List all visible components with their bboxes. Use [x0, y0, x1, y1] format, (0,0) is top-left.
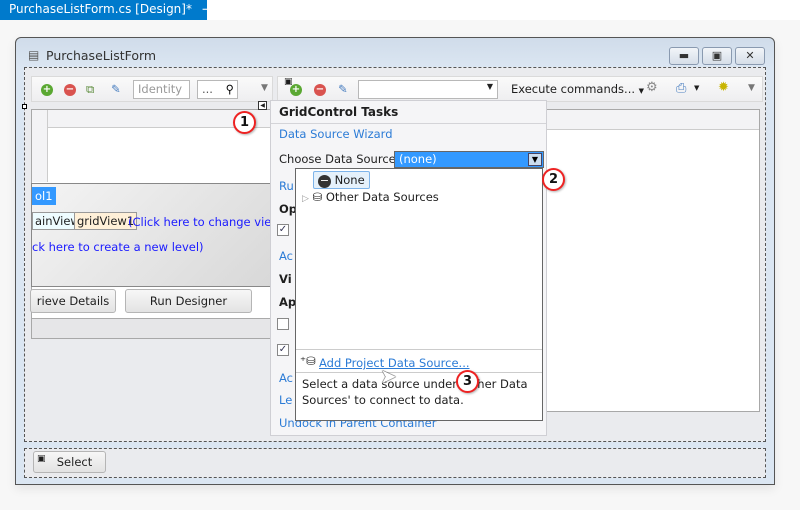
expand-icon[interactable]: ▷ — [302, 194, 309, 204]
tasks-item-run[interactable]: Ru — [279, 179, 294, 193]
overflow-arrow-icon[interactable]: ▼ — [261, 83, 268, 93]
pin-icon[interactable]: ⊸ — [202, 2, 212, 16]
identity-input[interactable]: Identity — [133, 80, 190, 99]
smart-tag-arrow-icon[interactable]: ◀ — [258, 101, 267, 110]
tasks-item-add[interactable]: Ac — [279, 371, 293, 385]
tasks-section-appearance: Ap — [279, 295, 297, 309]
help-text: Select a data source under 'Other Data S… — [302, 377, 528, 407]
copy-icon[interactable]: ⧉ — [86, 82, 94, 97]
remove-icon[interactable]: − — [64, 84, 76, 96]
choose-data-source-label: Choose Data Source — [279, 152, 396, 166]
select-icon: ▣ — [37, 454, 46, 464]
list-item-other-data-sources[interactable]: ▷ ⛁ Other Data Sources — [302, 190, 439, 204]
close-button[interactable]: ✕ — [735, 47, 765, 65]
data-source-dropdown: − None ▷ ⛁ Other Data Sources ⁺⛁ Add Pro… — [295, 168, 543, 421]
database-icon: ⛁ — [312, 190, 323, 204]
resize-handle[interactable] — [22, 104, 27, 109]
tasks-checkbox[interactable]: ✓ — [277, 344, 289, 356]
remove-icon[interactable]: − — [314, 84, 326, 96]
left-toolbar: + − ⧉ ✎ Identity ... ⚲ ▼ — [31, 76, 273, 102]
tasks-section-views: Vi — [279, 272, 292, 286]
mouse-cursor-icon: ➤ — [380, 364, 397, 388]
document-tab-title: PurchaseListForm.cs [Design]* — [9, 2, 192, 16]
retrieve-details-button[interactable]: rieve Details — [30, 289, 116, 313]
execute-commands-button[interactable]: Execute commands... ▼ — [511, 82, 644, 96]
new-level-link[interactable]: ck here to create a new level) — [32, 240, 204, 254]
grid-footer — [32, 318, 274, 338]
tasks-item-level[interactable]: Le — [279, 393, 292, 407]
callout-1: 1 — [233, 111, 256, 134]
form-title: PurchaseListForm — [46, 48, 157, 63]
edit-icon[interactable]: ✎ — [111, 82, 121, 96]
tasks-checkbox[interactable]: ✓ — [277, 224, 289, 236]
level-designer: ol1 ainView) gridView1 (Click here to ch… — [31, 183, 285, 287]
print-dropdown-icon[interactable]: ▼ — [694, 84, 699, 92]
data-source-combo[interactable]: (none) ▼ — [394, 151, 544, 168]
document-tab-bar: PurchaseListForm.cs [Design]* ⊸ ✕ — [0, 0, 800, 20]
level-tab[interactable]: ol1 — [32, 187, 56, 205]
chevron-down-icon[interactable]: ▼ — [528, 153, 542, 166]
run-designer-button[interactable]: Run Designer — [125, 289, 252, 313]
tasks-item-add[interactable]: Ac — [279, 249, 293, 263]
select-button[interactable]: ▣ Select — [33, 451, 106, 473]
add-data-source-icon: ⁺⛁ — [300, 354, 316, 368]
right-toolbar: ▣ + − ✎ ▼ Execute commands... ▼ ⚙ ⎙ ▼ ✹ … — [277, 76, 763, 102]
callout-2: 2 — [542, 168, 565, 191]
document-tab[interactable]: PurchaseListForm.cs [Design]* ⊸ ✕ — [0, 0, 232, 20]
change-view-link[interactable]: (Click here to change view) — [128, 215, 285, 229]
gears-icon[interactable]: ⚙ — [646, 80, 658, 95]
edit-icon[interactable]: ✎ — [338, 82, 348, 96]
add-icon[interactable]: + — [41, 84, 53, 96]
form-icon: ▤ — [28, 48, 40, 62]
minimize-button[interactable]: ▬ — [669, 47, 699, 65]
tasks-checkbox[interactable] — [277, 318, 289, 330]
data-source-wizard-link[interactable]: Data Source Wizard — [279, 127, 393, 141]
close-icon[interactable]: ✕ — [222, 2, 232, 16]
left-grid[interactable]: ol1 ainView) gridView1 (Click here to ch… — [30, 109, 285, 339]
bottom-panel: ▣ Select — [24, 448, 766, 478]
add-icon[interactable]: + — [290, 84, 302, 96]
search-input[interactable]: ... ⚲ — [197, 80, 238, 99]
list-item-none[interactable]: − None — [313, 171, 370, 189]
printer-icon[interactable]: ⎙ — [676, 81, 686, 96]
command-combo[interactable]: ▼ — [358, 80, 498, 99]
overflow-arrow-icon[interactable]: ▼ — [748, 83, 755, 93]
tasks-header: GridControl Tasks — [279, 105, 399, 119]
options-icon[interactable]: ✹ — [718, 80, 729, 95]
callout-3: 3 — [456, 370, 479, 393]
search-icon[interactable]: ⚲ — [226, 82, 234, 96]
none-icon: − — [318, 174, 331, 188]
restore-button[interactable]: ▣ — [702, 47, 732, 65]
